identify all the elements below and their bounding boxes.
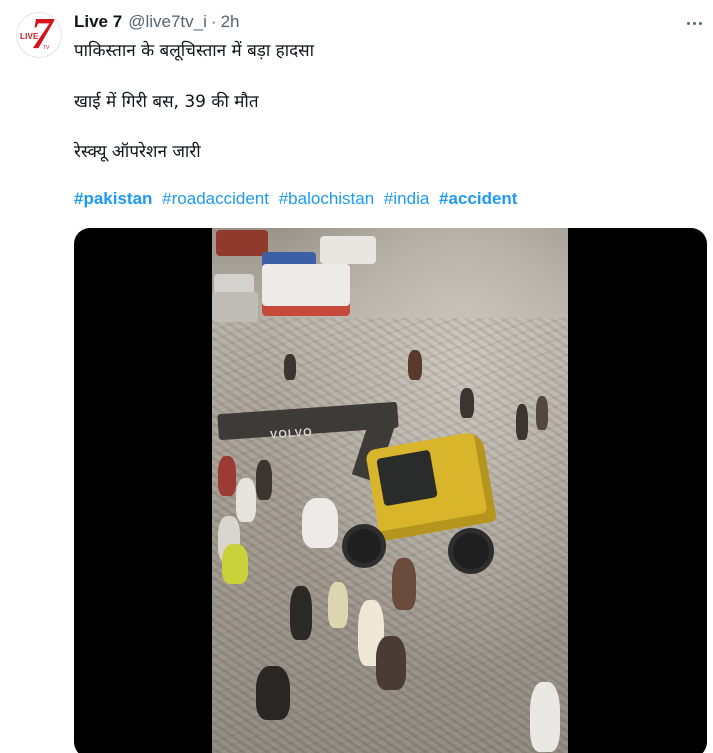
tweet-header: Live 7 @live7tv_i · 2h: [74, 11, 239, 33]
hashtag-link[interactable]: #roadaccident: [162, 189, 269, 208]
tweet-text-line: पाकिस्तान के बलूचिस्तान में बड़ा हादसा: [74, 41, 315, 61]
person: [530, 682, 560, 752]
header-separator: ·: [210, 12, 217, 31]
person: [328, 582, 348, 628]
avatar-logo-sub: TV: [43, 45, 50, 51]
person: [284, 354, 296, 380]
hashtag-link[interactable]: #india: [384, 189, 429, 208]
person: [460, 388, 474, 418]
vehicle: [320, 236, 376, 264]
display-name[interactable]: Live 7: [74, 12, 122, 32]
tweet-timestamp[interactable]: 2h: [221, 12, 240, 32]
vehicle: [212, 292, 258, 322]
hashtag-link[interactable]: #pakistan: [74, 189, 152, 208]
person: [302, 498, 338, 548]
person: [256, 666, 290, 720]
tweet[interactable]: LIVE 7 TV Live 7 @live7tv_i · 2h पाकिस्त…: [0, 0, 713, 753]
person: [290, 586, 312, 640]
person: [222, 544, 248, 584]
person: [236, 478, 256, 522]
excavator-window: [376, 449, 438, 507]
excavator-wheel: [448, 528, 494, 574]
excavator-wheel: [342, 524, 386, 568]
vehicle: [216, 230, 268, 256]
person: [536, 396, 548, 430]
person: [392, 558, 416, 610]
avatar[interactable]: LIVE 7 TV: [16, 12, 62, 58]
hashtag-link[interactable]: #accident: [439, 189, 517, 208]
tweet-text-line: रेस्क्यू ऑपरेशन जारी: [74, 142, 201, 162]
person: [218, 456, 236, 496]
more-horizontal-icon[interactable]: [683, 12, 705, 34]
tweet-text-line: खाई में गिरी बस, 39 की मौत: [74, 92, 259, 112]
vehicle: [262, 264, 350, 316]
person: [516, 404, 528, 440]
hashtag-row: #pakistan #roadaccident #balochistan #in…: [74, 189, 522, 209]
person: [408, 350, 422, 380]
person: [376, 636, 406, 690]
avatar-logo-number: 7: [31, 12, 53, 58]
hashtag-link[interactable]: #balochistan: [279, 189, 374, 208]
media-video-player[interactable]: VOLVO: [74, 228, 707, 753]
video-frame[interactable]: VOLVO: [212, 228, 568, 753]
person: [256, 460, 272, 500]
user-handle[interactable]: @live7tv_i: [128, 12, 207, 32]
